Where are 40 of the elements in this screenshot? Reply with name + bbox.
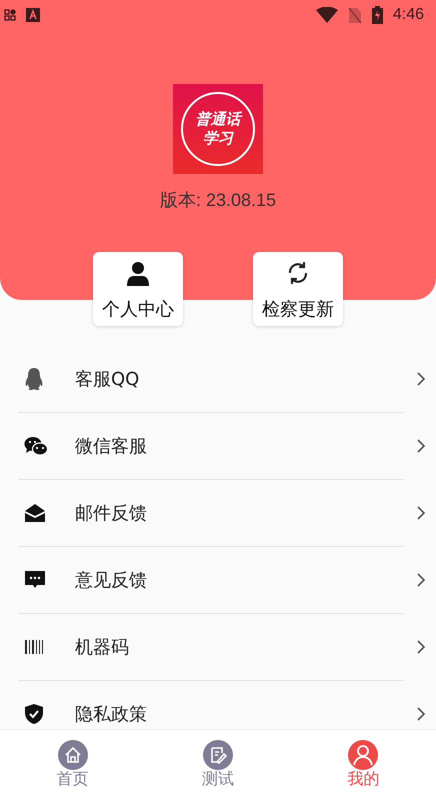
menu-label: 客服QQ: [75, 368, 140, 391]
penguin-icon: [24, 367, 44, 391]
menu-label: 微信客服: [75, 435, 148, 458]
battery-charging-icon: [372, 6, 383, 24]
version-label: 版本: 23.08.15: [160, 189, 276, 212]
nav-tab[interactable]: 测试: [145, 730, 291, 800]
shield-check-icon: [24, 703, 44, 725]
menu-item[interactable]: 意见反馈: [18, 547, 404, 614]
menu-label: 隐私政策: [75, 703, 148, 726]
font-app-icon: [26, 8, 40, 22]
chat-bubbles-icon: [24, 436, 48, 456]
app-logo: 普通话 学习: [173, 84, 263, 174]
menu-item[interactable]: 机器码: [18, 614, 404, 681]
check-update-button[interactable]: 检察更新: [253, 252, 343, 326]
person-icon: [348, 740, 378, 770]
chevron-right-icon: [416, 572, 426, 588]
clock-time: 4:46: [392, 6, 424, 24]
barcode-icon: [24, 639, 44, 655]
nav-tab[interactable]: 首页: [0, 730, 146, 800]
person-icon: [126, 261, 150, 287]
menu-item[interactable]: 微信客服: [18, 413, 404, 480]
chevron-right-icon: [416, 706, 426, 722]
menu-label: 意见反馈: [75, 569, 148, 592]
chevron-right-icon: [416, 639, 426, 655]
menu-label: 机器码: [75, 636, 130, 659]
nav-tab[interactable]: 我的: [290, 730, 436, 800]
chevron-right-icon: [416, 505, 426, 521]
home-icon: [58, 740, 88, 770]
menu-label: 邮件反馈: [75, 502, 148, 525]
wifi-icon: [316, 7, 338, 23]
message-icon: [24, 570, 46, 590]
personal-center-button[interactable]: 个人中心: [93, 252, 183, 326]
menu-item[interactable]: 邮件反馈: [18, 480, 404, 547]
apps-grid-icon: [4, 9, 16, 21]
chevron-right-icon: [416, 438, 426, 454]
chevron-right-icon: [416, 371, 426, 387]
refresh-icon: [286, 261, 310, 285]
menu-item[interactable]: 客服QQ: [18, 346, 404, 413]
notepad-pencil-icon: [202, 740, 233, 770]
open-envelope-icon: [24, 503, 46, 523]
